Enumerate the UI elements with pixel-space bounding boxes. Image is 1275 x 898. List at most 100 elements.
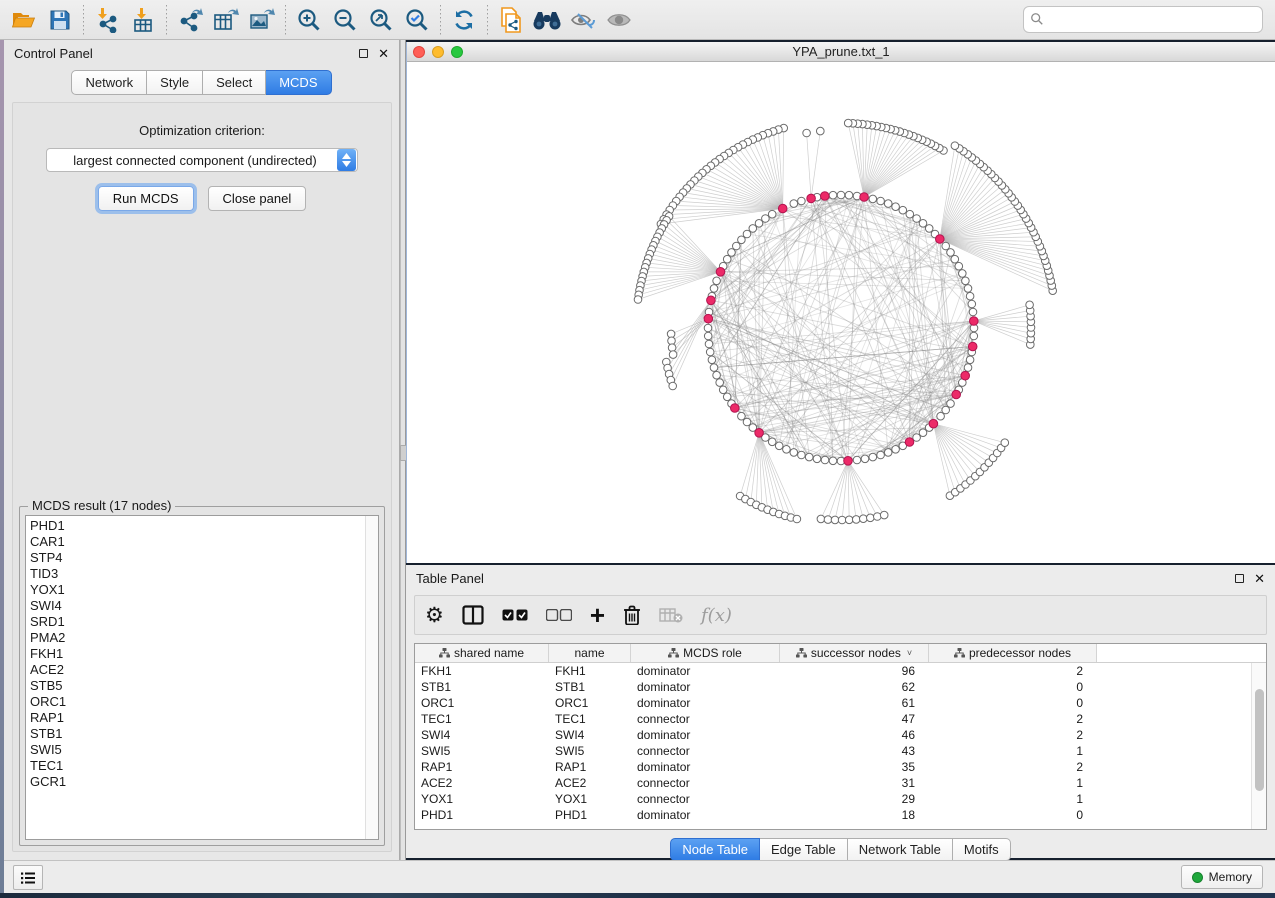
graph-leaf-node[interactable] bbox=[831, 516, 839, 524]
graph-node[interactable] bbox=[728, 249, 736, 257]
window-minimize-icon[interactable] bbox=[432, 46, 444, 58]
cell-successor-nodes[interactable]: 47 bbox=[780, 711, 929, 727]
cell-MCDS-role[interactable]: dominator bbox=[631, 679, 780, 695]
column-header-shared-name[interactable]: shared name bbox=[415, 644, 549, 662]
graph-node[interactable] bbox=[913, 215, 921, 223]
graph-node[interactable] bbox=[947, 400, 955, 408]
table-row[interactable]: SWI5SWI5connector431 bbox=[415, 743, 1251, 759]
cell-successor-nodes[interactable]: 31 bbox=[780, 775, 929, 791]
cell-name[interactable]: RAP1 bbox=[549, 759, 631, 775]
graph-node[interactable] bbox=[947, 249, 955, 257]
cell-successor-nodes[interactable]: 18 bbox=[780, 807, 929, 823]
refresh-icon[interactable] bbox=[446, 3, 482, 37]
graph-node[interactable] bbox=[790, 200, 798, 208]
save-icon[interactable] bbox=[42, 3, 78, 37]
search-network-icon[interactable] bbox=[529, 3, 565, 37]
graph-mcds-hub-node[interactable] bbox=[860, 193, 869, 202]
cell-MCDS-role[interactable]: dominator bbox=[631, 759, 780, 775]
tab-edge-table[interactable]: Edge Table bbox=[760, 838, 848, 861]
graph-node[interactable] bbox=[964, 285, 972, 293]
mcds-result-item[interactable]: ACE2 bbox=[30, 662, 378, 678]
table-row[interactable]: ORC1ORC1dominator610 bbox=[415, 695, 1251, 711]
graph-node[interactable] bbox=[955, 262, 963, 270]
close-panel-button[interactable]: Close panel bbox=[208, 186, 307, 211]
show-panels-list-button[interactable] bbox=[13, 865, 43, 890]
mcds-result-item[interactable]: PMA2 bbox=[30, 630, 378, 646]
cell-MCDS-role[interactable]: dominator bbox=[631, 663, 780, 679]
mcds-result-item[interactable]: YOX1 bbox=[30, 582, 378, 598]
table-row[interactable]: RAP1RAP1dominator352 bbox=[415, 759, 1251, 775]
cell-MCDS-role[interactable]: dominator bbox=[631, 727, 780, 743]
close-panel-icon[interactable]: ✕ bbox=[378, 47, 389, 60]
graph-node[interactable] bbox=[899, 206, 907, 214]
network-window-titlebar[interactable]: YPA_prune.txt_1 bbox=[407, 42, 1275, 62]
mcds-result-item[interactable]: SWI4 bbox=[30, 598, 378, 614]
graph-mcds-hub-node[interactable] bbox=[936, 235, 945, 244]
cell-shared-name[interactable]: RAP1 bbox=[415, 759, 549, 775]
select-all-columns-icon[interactable] bbox=[502, 600, 528, 630]
graph-node[interactable] bbox=[798, 451, 806, 459]
graph-node[interactable] bbox=[884, 200, 892, 208]
table-row[interactable]: ACE2ACE2connector311 bbox=[415, 775, 1251, 791]
graph-leaf-node[interactable] bbox=[793, 515, 801, 523]
cell-successor-nodes[interactable]: 61 bbox=[780, 695, 929, 711]
graph-leaf-node[interactable] bbox=[668, 344, 676, 352]
cell-name[interactable]: STB1 bbox=[549, 679, 631, 695]
graph-node[interactable] bbox=[966, 292, 974, 300]
cell-MCDS-role[interactable]: connector bbox=[631, 711, 780, 727]
graph-node[interactable] bbox=[719, 386, 727, 394]
tab-node-table[interactable]: Node Table bbox=[670, 838, 760, 861]
graph-leaf-node[interactable] bbox=[824, 516, 832, 524]
tab-select[interactable]: Select bbox=[203, 70, 266, 95]
graph-leaf-node[interactable] bbox=[860, 515, 868, 523]
graph-leaf-node[interactable] bbox=[817, 127, 825, 135]
graph-leaf-node[interactable] bbox=[880, 511, 888, 519]
float-panel-icon[interactable] bbox=[359, 49, 368, 58]
deselect-all-columns-icon[interactable] bbox=[546, 600, 572, 630]
graph-node[interactable] bbox=[743, 418, 751, 426]
cell-predecessor-nodes[interactable]: 0 bbox=[929, 807, 1097, 823]
graph-node[interactable] bbox=[723, 393, 731, 401]
graph-node[interactable] bbox=[704, 332, 712, 340]
graph-node[interactable] bbox=[704, 324, 712, 332]
cell-MCDS-role[interactable]: dominator bbox=[631, 807, 780, 823]
graph-node[interactable] bbox=[790, 449, 798, 457]
create-column-icon[interactable]: + bbox=[590, 600, 605, 630]
mcds-result-item[interactable]: TID3 bbox=[30, 566, 378, 582]
graph-leaf-node[interactable] bbox=[1026, 301, 1034, 309]
mcds-result-item[interactable]: STB1 bbox=[30, 726, 378, 742]
graph-node[interactable] bbox=[845, 191, 853, 199]
graph-node[interactable] bbox=[775, 442, 783, 450]
graph-node[interactable] bbox=[884, 449, 892, 457]
graph-node[interactable] bbox=[738, 412, 746, 420]
graph-node[interactable] bbox=[892, 203, 900, 211]
cell-successor-nodes[interactable]: 29 bbox=[780, 791, 929, 807]
graph-node[interactable] bbox=[805, 453, 813, 461]
graph-node[interactable] bbox=[710, 364, 718, 372]
column-header-MCDS-role[interactable]: MCDS role bbox=[631, 644, 780, 662]
cell-MCDS-role[interactable]: dominator bbox=[631, 695, 780, 711]
graph-node[interactable] bbox=[783, 446, 791, 454]
mcds-result-item[interactable]: ORC1 bbox=[30, 694, 378, 710]
graph-node[interactable] bbox=[962, 277, 970, 285]
open-folder-icon[interactable] bbox=[6, 3, 42, 37]
graph-leaf-node[interactable] bbox=[951, 142, 959, 150]
graph-mcds-hub-node[interactable] bbox=[844, 457, 853, 466]
table-row[interactable]: PHD1PHD1dominator180 bbox=[415, 807, 1251, 823]
table-row[interactable]: FKH1FKH1dominator962 bbox=[415, 663, 1251, 679]
zoom-in-icon[interactable] bbox=[291, 3, 327, 37]
graph-leaf-node[interactable] bbox=[669, 382, 677, 390]
criterion-select[interactable]: largest connected component (undirected) bbox=[46, 148, 358, 172]
cell-predecessor-nodes[interactable]: 2 bbox=[929, 759, 1097, 775]
close-panel-icon[interactable]: ✕ bbox=[1254, 572, 1265, 585]
cell-name[interactable]: FKH1 bbox=[549, 663, 631, 679]
cell-successor-nodes[interactable]: 43 bbox=[780, 743, 929, 759]
cell-MCDS-role[interactable]: connector bbox=[631, 791, 780, 807]
column-header-name[interactable]: name bbox=[549, 644, 631, 662]
tab-style[interactable]: Style bbox=[147, 70, 203, 95]
float-panel-icon[interactable] bbox=[1235, 574, 1244, 583]
export-table-icon[interactable] bbox=[208, 3, 244, 37]
cell-MCDS-role[interactable]: connector bbox=[631, 775, 780, 791]
copy-network-view-icon[interactable] bbox=[493, 3, 529, 37]
cell-shared-name[interactable]: SWI4 bbox=[415, 727, 549, 743]
